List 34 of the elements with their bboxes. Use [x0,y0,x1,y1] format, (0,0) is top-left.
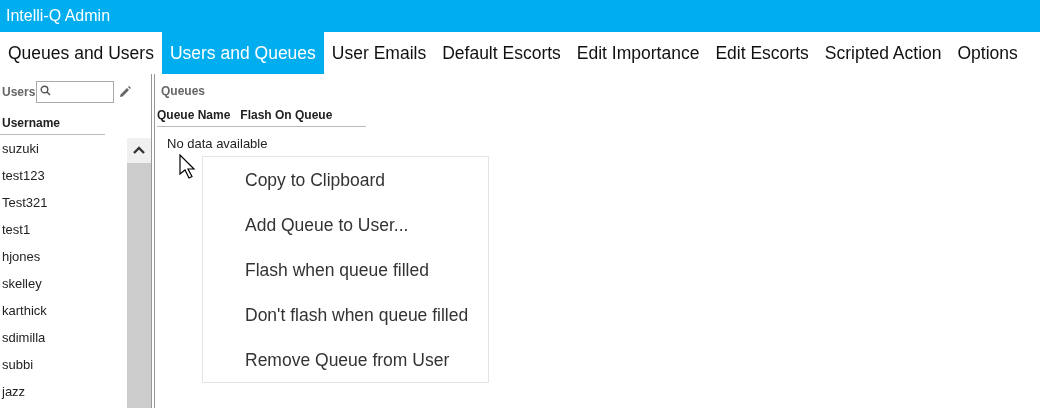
column-header[interactable]: Username [0,110,105,135]
list-item[interactable]: subbi [0,351,127,378]
empty-message: No data available [166,135,269,151]
list-item[interactable]: test1 [0,216,127,243]
list-item[interactable]: jazz [0,378,127,405]
search-icon [40,85,52,96]
list-item[interactable]: Test321 [0,189,127,216]
tab[interactable]: Edit Escorts [707,32,817,74]
tab[interactable]: Queues and Users [0,32,162,74]
menu-item[interactable]: Flash when queue filled [203,248,488,293]
list-item[interactable]: sdimilla [0,324,127,351]
panel-title: Queues [160,83,206,100]
menu-item[interactable]: Remove Queue from User [203,338,488,383]
list-item[interactable]: test123 [0,162,127,189]
list-item[interactable]: suzuki [0,135,127,162]
scroll-bar[interactable] [127,138,151,408]
list-item[interactable]: skelley [0,270,127,297]
pencil-icon[interactable] [119,86,132,98]
scroll-up-icon[interactable] [127,138,151,163]
column-header[interactable]: Queue Name [157,108,231,122]
tab[interactable]: Default Escorts [434,32,569,74]
menu-item[interactable]: Add Queue to User... [203,203,488,248]
list-item[interactable]: hjones [0,243,127,270]
column-header[interactable]: Flash On Queue [240,108,333,122]
search-field[interactable] [36,81,115,103]
menu-item[interactable]: Copy to Clipboard [203,158,488,203]
tab[interactable]: Scripted Action [816,32,950,74]
menu-item[interactable]: Don't flash when queue filled [203,293,488,338]
tab[interactable]: User Emails [323,32,435,74]
tab[interactable]: Options [949,32,1026,74]
tab[interactable]: Edit Importance [568,32,708,74]
list-item[interactable]: karthick [0,297,127,324]
panel-title: Users [2,85,36,99]
window-title: Intelli-Q Admin [6,7,111,25]
